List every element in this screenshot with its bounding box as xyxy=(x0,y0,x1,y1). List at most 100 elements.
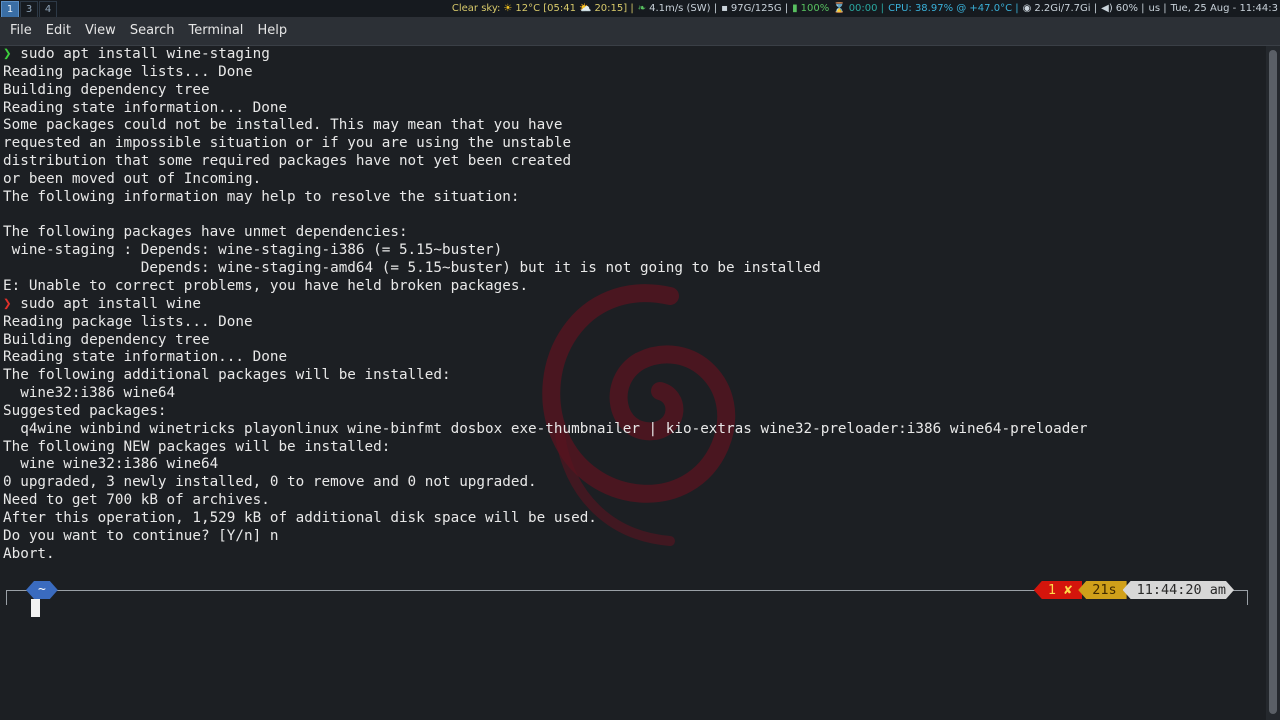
status-right: Clear sky: ☀ 12°C [05:41 ⛅ 20:15] | ❧ 4.… xyxy=(452,3,1280,14)
menu-edit[interactable]: Edit xyxy=(39,17,78,45)
chip-icon: ◉ xyxy=(1022,3,1032,14)
memory-widget: ◉ 2.2Gi/7.7Gi | xyxy=(1023,3,1098,14)
line-text: After this operation, 1,529 kB of additi… xyxy=(3,509,597,526)
prompt-status-segments: 1 ✘ 21s 11:44:20 am xyxy=(1033,581,1234,599)
output-line xyxy=(3,207,1088,225)
menu-bar: File Edit View Search Terminal Help xyxy=(0,17,1280,46)
line-text: Abort. xyxy=(3,545,55,562)
output-line: The following packages have unmet depend… xyxy=(3,224,1088,242)
output-line: Reading package lists... Done xyxy=(3,64,1088,82)
line-text: distribution that some required packages… xyxy=(3,153,572,170)
output-line: wine-staging : Depends: wine-staging-i38… xyxy=(3,242,1088,260)
disk-text: 97G/125G | xyxy=(730,3,789,14)
workspace-list: 1 3 4 xyxy=(0,0,57,17)
battery-widget: ▮ 100% xyxy=(792,3,829,14)
menu-file[interactable]: File xyxy=(0,17,39,45)
line-text: The following packages have unmet depend… xyxy=(3,224,408,241)
status-bar: 1 3 4 Clear sky: ☀ 12°C [05:41 ⛅ 20:15] … xyxy=(0,0,1280,17)
sunset-icon: ⛅ xyxy=(578,3,592,14)
directory-badge: ~ xyxy=(26,581,58,599)
scrollbar-thumb[interactable] xyxy=(1269,50,1277,714)
output-line: The following information may help to re… xyxy=(3,189,1088,207)
clock-badge: 11:44:20 am xyxy=(1123,581,1234,599)
output-line: Abort. xyxy=(3,546,1088,564)
command-line: ❯ sudo apt install wine xyxy=(3,296,1088,314)
output-line: The following additional packages will b… xyxy=(3,367,1088,385)
exit-status-badge: 1 ✘ xyxy=(1033,581,1083,599)
battery-text: 100% xyxy=(800,3,830,14)
workspace-3[interactable]: 3 xyxy=(20,1,38,17)
line-text: Some packages could not be installed. Th… xyxy=(3,117,563,134)
output-line: Depends: wine-staging-amd64 (= 5.15~bust… xyxy=(3,260,1088,278)
output-line: Building dependency tree xyxy=(3,332,1088,350)
output-line: wine32:i386 wine64 xyxy=(3,385,1088,403)
menu-terminal[interactable]: Terminal xyxy=(181,17,250,45)
prompt-success-icon: ❯ xyxy=(3,46,12,62)
output-line: The following NEW packages will be insta… xyxy=(3,439,1088,457)
battery-icon: ▮ xyxy=(792,3,798,14)
output-line: Reading state information... Done xyxy=(3,100,1088,118)
menu-view[interactable]: View xyxy=(78,17,123,45)
leaf-icon: ❧ xyxy=(637,3,647,14)
menu-help[interactable]: Help xyxy=(250,17,294,45)
prompt-error-icon: ❯ xyxy=(3,295,12,312)
text-cursor[interactable] xyxy=(31,599,40,617)
line-text: 0 upgraded, 3 newly installed, 0 to remo… xyxy=(3,474,537,491)
line-text: Reading package lists... Done xyxy=(3,313,253,330)
line-text: Building dependency tree xyxy=(3,331,210,348)
weather-widget: Clear sky: ☀ 12°C [05:41 ⛅ 20:15] | xyxy=(452,3,634,14)
duration-badge: 21s xyxy=(1078,581,1127,599)
line-text: The following NEW packages will be insta… xyxy=(3,438,391,455)
output-line: 0 upgraded, 3 newly installed, 0 to remo… xyxy=(3,474,1088,492)
wind-text: 4.1m/s (SW) | xyxy=(649,3,718,14)
output-line: Do you want to continue? [Y/n] n xyxy=(3,528,1088,546)
output-line: Building dependency tree xyxy=(3,82,1088,100)
prompt-line: ~ 1 ✘ 21s 11:44:20 am xyxy=(6,580,1248,605)
line-text: sudo apt install wine-staging xyxy=(20,46,270,62)
workspace-1[interactable]: 1 xyxy=(1,1,19,17)
hourglass-icon: ⌛ xyxy=(833,3,846,14)
terminal-output[interactable]: ❯ sudo apt install wine-staging Reading p… xyxy=(0,46,1266,720)
volume-widget[interactable]: ◀) 60% | xyxy=(1101,3,1144,14)
menu-search[interactable]: Search xyxy=(123,17,182,45)
output-line: Some packages could not be installed. Th… xyxy=(3,117,1088,135)
prompt-right-bracket xyxy=(1239,590,1248,605)
sun-icon: ☀ xyxy=(503,3,513,14)
prompt-left-bracket xyxy=(6,590,15,605)
line-text: wine-staging : Depends: wine-staging-i38… xyxy=(3,242,503,259)
workspace-4[interactable]: 4 xyxy=(39,1,57,17)
speaker-icon: ◀) xyxy=(1101,3,1113,14)
volume-text: 60% | xyxy=(1115,3,1145,14)
output-line: wine wine32:i386 wine64 xyxy=(3,456,1088,474)
output-line: q4wine winbind winetricks playonlinux wi… xyxy=(3,420,1088,439)
cpu-text: CPU: 38.97% @ +47.0°C | xyxy=(888,3,1019,14)
disk-widget: ▪ 97G/125G | xyxy=(721,3,788,14)
line-text: Depends: wine-staging-amd64 (= 5.15~bust… xyxy=(3,260,821,277)
line-text: Building dependency tree xyxy=(3,81,210,98)
line-text: wine wine32:i386 wine64 xyxy=(3,456,219,473)
clock-widget: Tue, 25 Aug - 11:44:3 xyxy=(1171,3,1278,14)
line-text: Do you want to continue? [Y/n] n xyxy=(3,527,279,544)
datetime-text: Tue, 25 Aug - 11:44:3 xyxy=(1170,3,1278,14)
output-line: requested an impossible situation or if … xyxy=(3,135,1088,153)
floppy-icon: ▪ xyxy=(721,3,728,14)
cpu-widget: CPU: 38.97% @ +47.0°C | xyxy=(888,3,1019,14)
line-text: sudo apt install wine xyxy=(20,295,201,312)
line-text: q4wine winbind winetricks playonlinux wi… xyxy=(3,420,1088,437)
line-text: wine32:i386 wine64 xyxy=(3,385,176,402)
output-line: or been moved out of Incoming. xyxy=(3,171,1088,189)
line-text: Reading state information... Done xyxy=(3,99,288,116)
scrollbar[interactable] xyxy=(1266,46,1280,720)
line-text: Reading state information... Done xyxy=(3,349,288,366)
memory-text: 2.2Gi/7.7Gi | xyxy=(1034,3,1098,14)
line-text: The following information may help to re… xyxy=(3,188,520,205)
output-line: E: Unable to correct problems, you have … xyxy=(3,278,1088,296)
line-text: Reading package lists... Done xyxy=(3,63,253,80)
command-line: ❯ sudo apt install wine-staging xyxy=(3,46,1088,64)
line-text: Need to get 700 kB of archives. xyxy=(3,492,270,509)
output-line: Reading state information... Done xyxy=(3,349,1088,367)
line-text: Suggested packages: xyxy=(3,402,167,419)
timer-text: 00:00 | xyxy=(848,3,885,14)
line-text: The following additional packages will b… xyxy=(3,367,451,384)
keyboard-layout: us | xyxy=(1149,3,1167,14)
